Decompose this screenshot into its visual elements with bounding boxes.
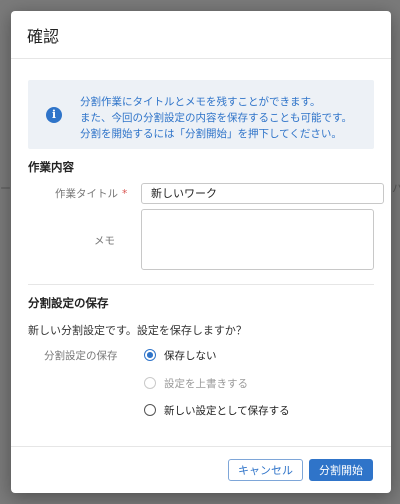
section-divider bbox=[28, 284, 374, 285]
title-field-label-text: 作業タイトル bbox=[55, 188, 118, 200]
title-input[interactable]: 新しいワーク bbox=[141, 183, 384, 204]
dialog-title: 確認 bbox=[27, 27, 60, 46]
info-line-2: また、今回の分割設定の内容を保存することも可能です。 bbox=[80, 112, 352, 124]
radio-overwrite-label: 設定を上書きする bbox=[164, 378, 248, 390]
memo-field-label: メモ bbox=[94, 235, 115, 247]
save-section-title: 分割設定の保存 bbox=[28, 296, 109, 310]
cancel-button[interactable]: キャンセル bbox=[228, 459, 303, 481]
info-line-1: 分割作業にタイトルとメモを残すことができます。 bbox=[80, 96, 321, 108]
info-icon: i bbox=[46, 107, 62, 123]
required-mark: * bbox=[122, 188, 128, 200]
title-field-label: 作業タイトル * bbox=[55, 186, 127, 201]
footer-divider bbox=[11, 446, 391, 447]
save-question: 新しい分割設定です。設定を保存しますか？ bbox=[28, 324, 247, 337]
info-line-3: 分割を開始するには「分割開始」を押下してください。 bbox=[80, 128, 342, 140]
dialog-header: 確認 bbox=[11, 11, 391, 59]
backdrop-text-right: ハ bbox=[392, 182, 400, 195]
radio-no-save[interactable] bbox=[144, 349, 156, 361]
start-split-button[interactable]: 分割開始 bbox=[309, 459, 373, 481]
radio-no-save-label: 保存しない bbox=[164, 350, 217, 362]
radio-save-new[interactable] bbox=[144, 404, 156, 416]
save-setting-label: 分割設定の保存 bbox=[44, 350, 118, 362]
memo-textarea[interactable] bbox=[141, 209, 374, 270]
confirm-dialog: 確認 i 分割作業にタイトルとメモを残すことができます。 また、今回の分割設定の… bbox=[11, 11, 391, 493]
work-section-title: 作業内容 bbox=[28, 160, 74, 174]
radio-save-new-label: 新しい設定として保存する bbox=[164, 405, 290, 417]
radio-overwrite[interactable] bbox=[144, 377, 156, 389]
info-box: i 分割作業にタイトルとメモを残すことができます。 また、今回の分割設定の内容を… bbox=[28, 80, 374, 149]
